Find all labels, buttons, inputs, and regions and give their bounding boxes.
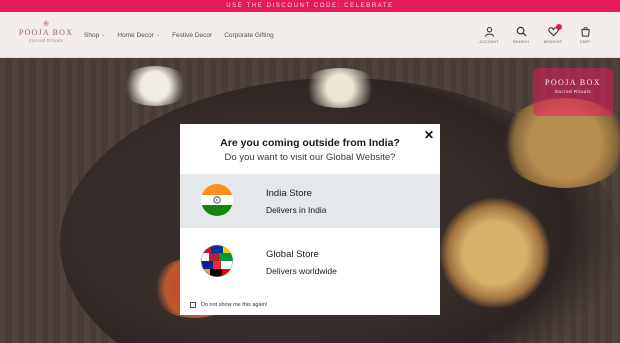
search-icon bbox=[516, 26, 527, 37]
search-button[interactable]: SEARCH bbox=[510, 26, 532, 44]
dont-show-again[interactable]: Do not show me this again! bbox=[190, 302, 267, 308]
store-description: Delivers in India bbox=[266, 205, 327, 215]
nav-item-corporate-gifting[interactable]: Corporate Gifting bbox=[224, 32, 274, 39]
chevron-down-icon: ⌄ bbox=[155, 32, 161, 38]
announcement-bar: USE THE DISCOUNT CODE: CELEBRATE bbox=[0, 0, 620, 12]
hero-flowers bbox=[300, 68, 380, 108]
nav-item-shop[interactable]: Shop ⌄ bbox=[84, 32, 105, 39]
account-button[interactable]: ACCOUNT bbox=[478, 26, 500, 44]
india-flag-icon bbox=[201, 184, 233, 216]
dont-show-checkbox[interactable] bbox=[190, 302, 196, 308]
main-nav: Shop ⌄ Home Decor ⌄ Festive Decor Corpor… bbox=[84, 12, 274, 58]
store-name: Global Store bbox=[266, 249, 319, 260]
lotus-icon: ❀ bbox=[42, 19, 50, 28]
nav-item-home-decor[interactable]: Home Decor ⌄ bbox=[117, 32, 160, 39]
cart-button[interactable]: CART bbox=[574, 26, 596, 44]
brand-tagline: Sacred Rituals bbox=[28, 38, 64, 43]
india-store-option[interactable]: India Store Delivers in India bbox=[180, 174, 440, 228]
region-modal: ✕ Are you coming outside from India? Do … bbox=[180, 124, 440, 315]
brand-sticker: POOJA BOX Sacred Rituals bbox=[533, 68, 613, 116]
wishlist-button[interactable]: WISHLIST bbox=[542, 24, 564, 44]
modal-subtitle: Do you want to visit our Global Website? bbox=[224, 152, 396, 163]
store-name: India Store bbox=[266, 188, 312, 199]
site-header: ❀ POOJA BOX Sacred Rituals Shop ⌄ Home D… bbox=[0, 12, 620, 58]
dont-show-label: Do not show me this again! bbox=[201, 302, 268, 308]
global-store-option[interactable]: Global Store Delivers worldwide bbox=[180, 235, 440, 289]
modal-title: Are you coming outside from India? bbox=[220, 137, 400, 149]
hero-flowers bbox=[120, 66, 190, 106]
store-description: Delivers worldwide bbox=[266, 266, 337, 276]
hero-flowers bbox=[440, 198, 550, 308]
world-flags-icon bbox=[201, 245, 233, 277]
chevron-down-icon: ⌄ bbox=[101, 32, 106, 38]
wishlist-badge bbox=[556, 24, 562, 30]
brand-name: POOJA BOX bbox=[18, 28, 74, 37]
account-icon bbox=[484, 26, 494, 37]
cart-icon bbox=[580, 27, 590, 37]
brand-logo[interactable]: ❀ POOJA BOX Sacred Rituals bbox=[18, 20, 74, 52]
nav-item-festive-decor[interactable]: Festive Decor bbox=[172, 32, 212, 39]
header-icons: ACCOUNT SEARCH WISHLIST CART bbox=[478, 24, 596, 44]
